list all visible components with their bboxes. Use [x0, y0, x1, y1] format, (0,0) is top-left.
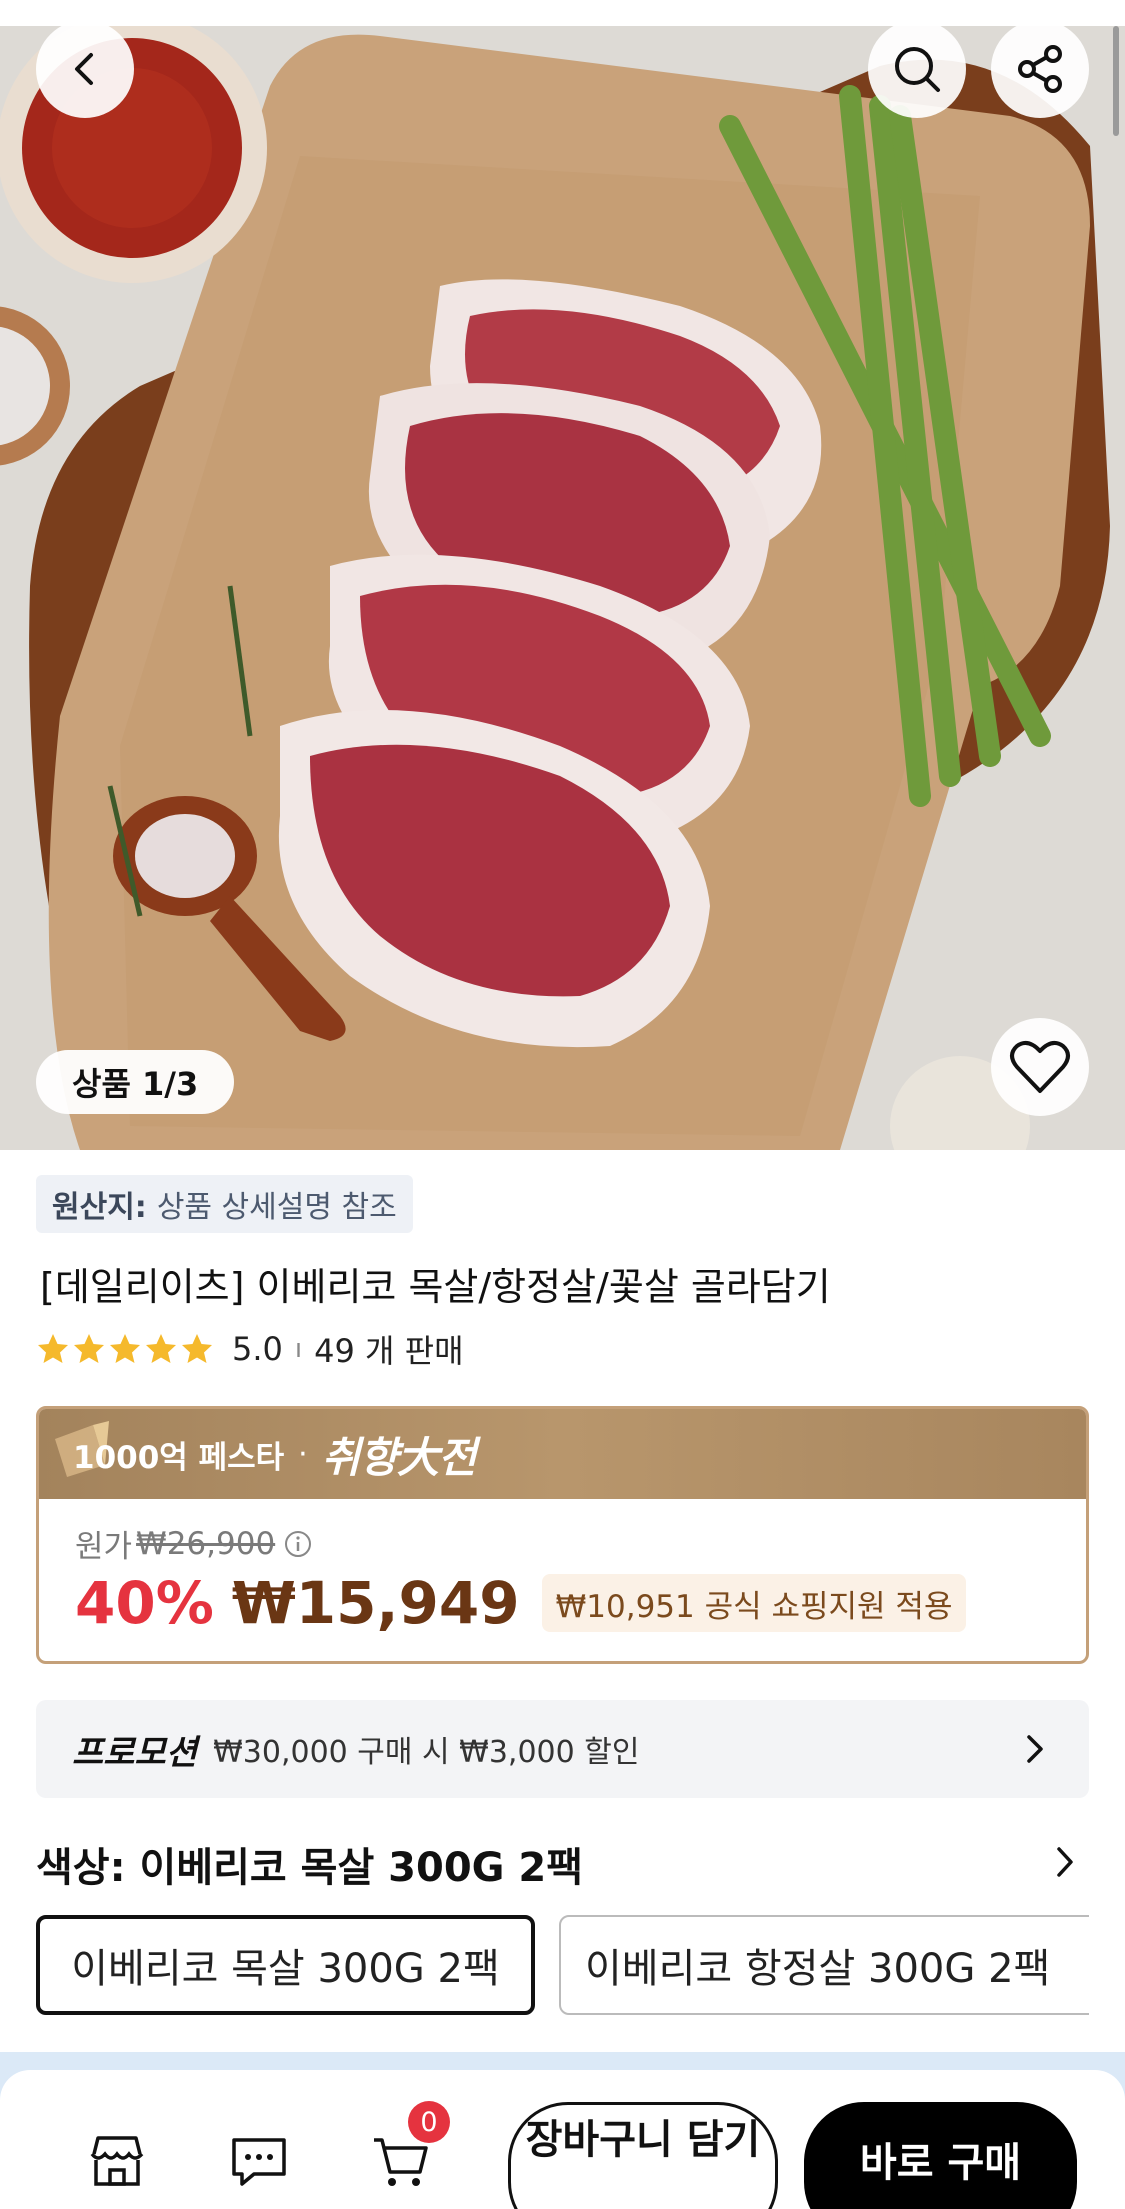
wishlist-button[interactable] [991, 1018, 1089, 1116]
add-to-cart-button[interactable]: 장바구니 담기 [508, 2102, 778, 2209]
search-button[interactable] [868, 20, 966, 118]
store-icon[interactable] [86, 2132, 148, 2190]
promotion-row[interactable]: 프로모션 ₩30,000 구매 시 ₩3,000 할인 [36, 1700, 1089, 1798]
original-price: ₩26,900 [136, 1525, 276, 1562]
origin-label: 원산지: [52, 1190, 147, 1225]
option-chip-selected[interactable]: 이베리코 목살 300G 2팩 [36, 1915, 535, 2015]
option-chip-list[interactable]: 이베리코 목살 300G 2팩 이베리코 항정살 300G 2팩 [36, 1915, 1089, 2015]
scroll-indicator[interactable] [1113, 26, 1119, 136]
chevron-right-icon[interactable] [1049, 1845, 1079, 1879]
promotion-label: 프로모션 [72, 1732, 198, 1773]
image-counter: 상품 1/3 [36, 1050, 235, 1114]
star-icon [74, 1334, 104, 1363]
rating-divider: ı [294, 1334, 303, 1364]
search-icon [895, 47, 940, 92]
price-box: 1000억 페스타 · 취향大전 원가 ₩26,900 40% ₩15,949 … [36, 1406, 1089, 1664]
festival-dot: · [298, 1436, 308, 1472]
star-icon [182, 1334, 212, 1363]
bottom-action-bar: 0 장바구니 담기 바로 구매 [0, 2070, 1125, 2209]
promotion-text: ₩30,000 구매 시 ₩3,000 할인 [213, 1735, 640, 1770]
option-selected-title[interactable]: 색상: 이베리코 목살 300G 2팩 [36, 1835, 583, 1893]
festival-banner[interactable]: 1000억 페스타 · 취향大전 [39, 1409, 1086, 1499]
original-price-label: 원가 [75, 1529, 133, 1565]
origin-tag: 원산지: 상품 상세설명 참조 [36, 1175, 413, 1233]
option-chip[interactable]: 이베리코 항정살 300G 2팩 [559, 1915, 1089, 2015]
discount-rate: 40% [75, 1569, 214, 1637]
rating-score: 5.0 [232, 1330, 283, 1368]
price-row: 40% ₩15,949 ₩10,951 공식 쇼핑지원 적용 [75, 1569, 967, 1637]
product-title: [데일리이츠] 이베리코 목살/항정살/꽃살 골라담기 [40, 1265, 831, 1309]
rating-stars [36, 1332, 214, 1366]
festival-label: 1000억 페스타 [73, 1439, 285, 1476]
share-icon [1018, 45, 1062, 93]
original-price-row: 원가 ₩26,900 [75, 1521, 313, 1566]
festival-brand: 취향大전 [321, 1432, 477, 1482]
product-photo[interactable] [0, 26, 1125, 1150]
chevron-right-icon [1027, 1735, 1043, 1763]
heart-icon [1010, 1040, 1070, 1093]
star-icon [38, 1334, 68, 1363]
share-button[interactable] [991, 20, 1089, 118]
rating-row[interactable]: 5.0 ı 49 개 판매 [36, 1326, 464, 1372]
product-image-gallery[interactable]: 상품 1/3 [0, 0, 1125, 1150]
shopping-support-badge: ₩10,951 공식 쇼핑지원 적용 [541, 1574, 967, 1632]
star-icon [146, 1334, 176, 1363]
sold-count: 49 개 판매 [314, 1332, 464, 1370]
cart-count-badge: 0 [408, 2101, 450, 2143]
origin-value: 상품 상세설명 참조 [156, 1190, 397, 1225]
chevron-left-icon [75, 53, 93, 85]
buy-now-button[interactable]: 바로 구매 [804, 2102, 1077, 2209]
chat-icon[interactable] [228, 2132, 290, 2190]
top-status-strip [0, 0, 1125, 26]
back-button[interactable] [36, 20, 134, 118]
info-icon[interactable] [283, 1529, 313, 1559]
star-icon [110, 1334, 140, 1363]
final-price: ₩15,949 [231, 1569, 520, 1637]
